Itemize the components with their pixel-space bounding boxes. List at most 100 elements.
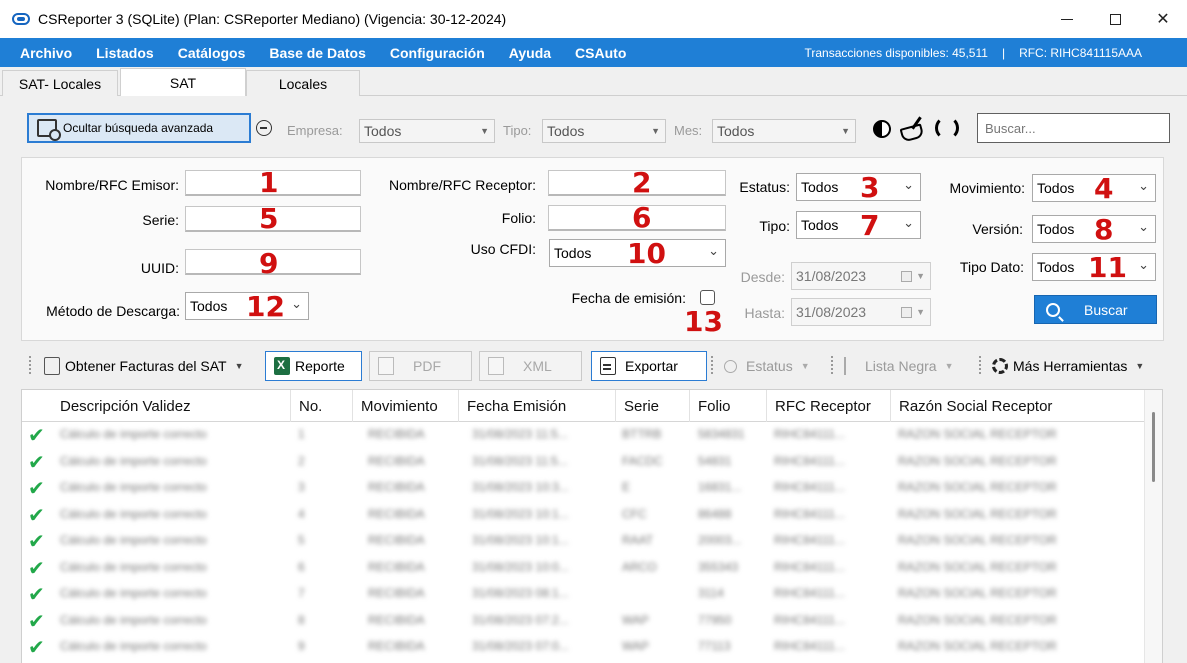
window-controls: ✕ <box>1043 0 1187 38</box>
tipo-select[interactable]: Todos ⌄ <box>796 211 921 239</box>
contrast-icon[interactable] <box>871 118 891 138</box>
mes-select[interactable]: Todos ▼ <box>712 119 856 143</box>
close-button[interactable]: ✕ <box>1139 0 1187 38</box>
table-cell: RIHC84111... <box>774 612 845 627</box>
table-cell: 86488 <box>698 506 732 521</box>
app-logo-icon <box>12 13 30 25</box>
estatus-button[interactable]: Estatus ▼ <box>715 351 827 381</box>
col-folio[interactable]: Folio <box>689 390 766 422</box>
vertical-scrollbar[interactable] <box>1144 390 1162 663</box>
col-razon-social-receptor[interactable]: Razón Social Receptor <box>890 390 1146 422</box>
menu-configuracion[interactable]: Configuración <box>390 45 485 61</box>
nombre-emisor-label: Nombre/RFC Emisor: <box>45 177 179 193</box>
col-no[interactable]: No. <box>290 390 352 422</box>
exportar-button[interactable]: Exportar <box>591 351 707 381</box>
table-row[interactable]: ✔ Cálculo de importe correcto 6 RECIBIDA 31/… <box>22 555 1146 581</box>
toggle-advanced-search-label: Ocultar búsqueda avanzada <box>63 121 214 135</box>
collapse-icon[interactable] <box>256 120 272 136</box>
refresh-icon[interactable] <box>935 116 959 140</box>
dropdown-caret-icon: ▼ <box>916 307 925 317</box>
serie-label: Serie: <box>142 212 179 228</box>
clear-filters-icon[interactable] <box>897 116 927 140</box>
table-cell: RIHC84111... <box>774 427 845 441</box>
metodo-descarga-value: Todos <box>190 298 228 314</box>
table-row[interactable]: ✔ Cálculo de importe correcto 5 RECIBIDA 31/… <box>22 528 1146 554</box>
menu-csauto[interactable]: CSAuto <box>575 45 626 61</box>
tab-sat[interactable]: SAT <box>120 68 246 96</box>
table-cell: RECIBIDA <box>368 453 425 468</box>
table-cell: 31/08/2023 07:0... <box>472 639 569 653</box>
table-row[interactable]: ✔ Cálculo de importe correcto 3 RECIBIDA 31/… <box>22 475 1146 501</box>
callout-9: 9 <box>259 247 279 280</box>
minimize-button[interactable] <box>1043 0 1091 38</box>
xml-button[interactable]: XML <box>479 351 582 381</box>
col-rfc-receptor[interactable]: RFC Receptor <box>766 390 890 422</box>
fecha-emision-checkbox[interactable] <box>700 290 715 305</box>
menu-catalogos[interactable]: Catálogos <box>178 45 246 61</box>
pdf-button[interactable]: PDF <box>369 351 472 381</box>
buscar-button[interactable]: Buscar <box>1034 295 1157 324</box>
col-descripcion-validez[interactable]: Descripción Validez <box>52 390 290 422</box>
chevron-down-icon: ⌄ <box>1138 219 1149 234</box>
table-cell: 4 <box>298 506 305 521</box>
tab-locales[interactable]: Locales <box>246 70 360 96</box>
table-cell: RAZON SOCIAL RECEPTOR <box>898 427 1057 441</box>
col-fecha-emision[interactable]: Fecha Emisión <box>458 390 615 422</box>
table-row[interactable]: ✔ Cálculo de importe correcto 7 RECIBIDA 31/… <box>22 581 1146 607</box>
empresa-select[interactable]: Todos ▼ <box>359 119 495 143</box>
table-row[interactable]: ✔ Cálculo de importe correcto 4 RECIBIDA 31/… <box>22 502 1146 528</box>
table-row[interactable]: ✔ Cálculo de importe correcto 9 RECIBIDA 31/… <box>22 634 1146 660</box>
menu-archivo[interactable]: Archivo <box>20 45 72 61</box>
estatus-select[interactable]: Todos ⌄ <box>796 173 921 201</box>
buscar-label: Buscar <box>1084 301 1128 318</box>
callout-5: 5 <box>259 202 279 235</box>
dropdown-caret-icon: ▼ <box>1135 361 1145 371</box>
lista-negra-button[interactable]: Lista Negra ▼ <box>835 351 969 381</box>
table-row[interactable]: ✔ Cálculo de importe correcto 1 RECIBIDA 31/… <box>22 422 1146 448</box>
nombre-receptor-label: Nombre/RFC Receptor: <box>388 177 536 193</box>
hasta-date-picker[interactable]: 31/08/2023 ▼ <box>791 298 931 326</box>
empresa-label: Empresa: <box>287 123 343 138</box>
callout-2: 2 <box>632 166 652 199</box>
uso-cfdi-value: Todos <box>554 245 592 261</box>
toolbar-grip <box>831 356 834 374</box>
table-cell: 31/08/2023 07:2... <box>472 612 569 627</box>
estatus-value: Todos <box>801 179 839 195</box>
valid-check-icon: ✔ <box>28 425 45 447</box>
maximize-button[interactable] <box>1091 0 1139 38</box>
callout-10: 10 <box>627 237 666 270</box>
table-row[interactable]: ✔ Cálculo de importe correcto 2 RECIBIDA 31/… <box>22 449 1146 475</box>
toggle-advanced-search-button[interactable]: Ocultar búsqueda avanzada <box>27 113 251 143</box>
version-value: Todos <box>1037 221 1075 237</box>
table-cell: RAZON SOCIAL RECEPTOR <box>898 639 1057 653</box>
menu-base-de-datos[interactable]: Base de Datos <box>269 45 365 61</box>
tipo-top-select[interactable]: Todos ▼ <box>542 119 666 143</box>
menu-ayuda[interactable]: Ayuda <box>509 45 551 61</box>
top-actions <box>871 116 959 140</box>
col-serie[interactable]: Serie <box>615 390 689 422</box>
callout-4: 4 <box>1094 172 1114 205</box>
col-movimiento[interactable]: Movimiento <box>352 390 458 422</box>
toolbar-grip <box>29 356 32 374</box>
desde-date-picker[interactable]: 31/08/2023 ▼ <box>791 262 931 290</box>
valid-check-icon: ✔ <box>28 610 45 633</box>
menu-bar: Archivo Listados Catálogos Base de Datos… <box>0 38 1187 67</box>
search-input[interactable]: Buscar... <box>977 113 1170 143</box>
reporte-button[interactable]: Reporte <box>265 351 362 381</box>
table-cell: RECIBIDA <box>368 586 425 600</box>
obtener-facturas-sat-button[interactable]: Obtener Facturas del SAT ▼ <box>35 351 261 381</box>
folio-label: Folio: <box>501 210 536 226</box>
tab-sat-locales[interactable]: SAT- Locales <box>2 70 118 96</box>
table-cell: 77950 <box>698 612 732 627</box>
hasta-value: 31/08/2023 <box>796 304 867 320</box>
toolbar-grip <box>979 356 982 374</box>
table-cell: 3114 <box>698 586 724 600</box>
grid-header: Descripción Validez No. Movimiento Fecha… <box>22 390 1146 422</box>
gear-icon <box>992 358 1008 374</box>
table-cell <box>622 586 682 602</box>
scrollbar-thumb[interactable] <box>1152 412 1155 482</box>
mas-herramientas-button[interactable]: Más Herramientas ▼ <box>983 351 1165 381</box>
menu-listados[interactable]: Listados <box>96 45 154 61</box>
valid-check-icon: ✔ <box>28 478 45 500</box>
table-row[interactable]: ✔ Cálculo de importe correcto 8 RECIBIDA 31/… <box>22 608 1146 634</box>
